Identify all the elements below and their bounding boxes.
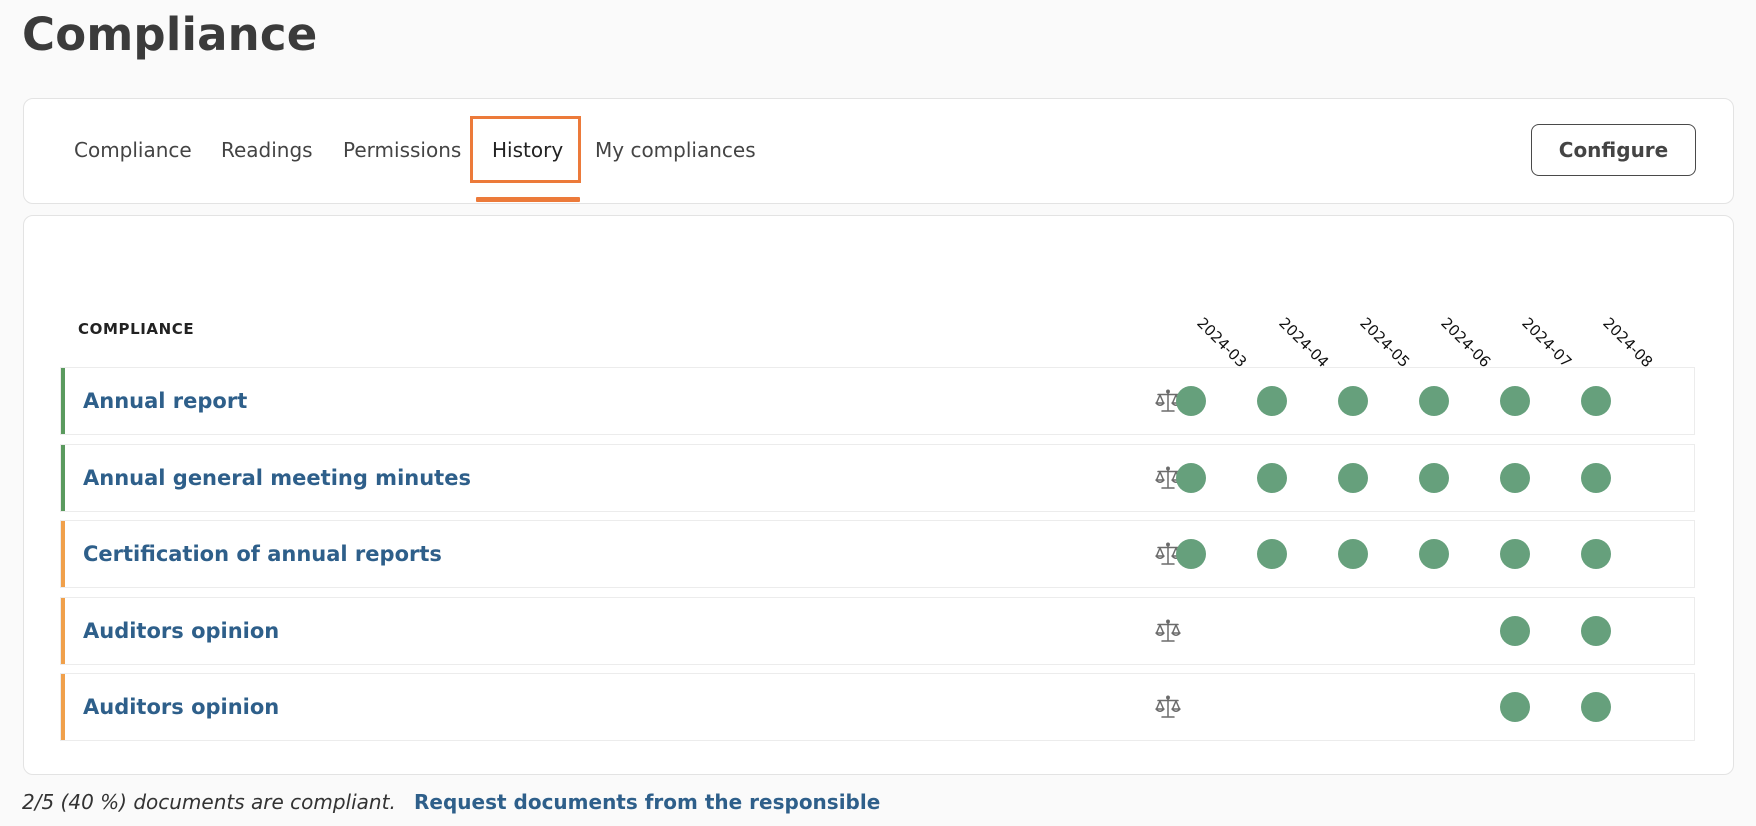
- compliance-status-dot: [1338, 539, 1368, 569]
- compliance-status-dot: [1419, 386, 1449, 416]
- compliance-status-dot: [1500, 616, 1530, 646]
- compliance-status-dot: [1419, 539, 1449, 569]
- row-status-bar: [61, 674, 65, 740]
- compliance-name-link[interactable]: Annual report: [83, 368, 247, 434]
- table-row: Certification of annual reports: [60, 520, 1695, 588]
- compliance-status-dot: [1500, 463, 1530, 493]
- tab-permissions[interactable]: Permissions: [343, 98, 461, 202]
- compliance-status-dot: [1176, 539, 1206, 569]
- request-documents-link[interactable]: Request documents from the responsible: [414, 790, 880, 814]
- compliance-status-dot: [1176, 463, 1206, 493]
- balance-scale-icon[interactable]: [1154, 693, 1182, 721]
- compliance-status-dot: [1581, 386, 1611, 416]
- compliance-status-dot: [1581, 692, 1611, 722]
- table-row: Annual general meeting minutes: [60, 444, 1695, 512]
- compliance-status-dot: [1581, 539, 1611, 569]
- row-status-bar: [61, 368, 65, 434]
- active-tab-indicator: [476, 197, 580, 202]
- table-row: Auditors opinion: [60, 673, 1695, 741]
- compliance-name-link[interactable]: Auditors opinion: [83, 598, 279, 664]
- table-row: Annual report: [60, 367, 1695, 435]
- compliance-status-dot: [1500, 539, 1530, 569]
- balance-scale-icon[interactable]: [1154, 617, 1182, 645]
- compliance-status-dot: [1500, 692, 1530, 722]
- tab-readings[interactable]: Readings: [221, 98, 313, 202]
- compliance-status-dot: [1500, 386, 1530, 416]
- compliance-status-dot: [1257, 463, 1287, 493]
- compliance-status-dot: [1338, 463, 1368, 493]
- row-status-bar: [61, 598, 65, 664]
- compliance-status-dot: [1581, 616, 1611, 646]
- tab-compliance[interactable]: Compliance: [74, 98, 192, 202]
- row-status-bar: [61, 521, 65, 587]
- table-row: Auditors opinion: [60, 597, 1695, 665]
- compliance-name-link[interactable]: Certification of annual reports: [83, 521, 442, 587]
- compliance-status-dot: [1581, 463, 1611, 493]
- configure-button[interactable]: Configure: [1531, 124, 1696, 176]
- page-title: Compliance: [22, 8, 318, 61]
- compliance-status-dot: [1257, 539, 1287, 569]
- compliance-name-link[interactable]: Auditors opinion: [83, 674, 279, 740]
- compliance-status-dot: [1257, 386, 1287, 416]
- column-header-compliance: COMPLIANCE: [78, 320, 195, 338]
- compliance-name-link[interactable]: Annual general meeting minutes: [83, 445, 471, 511]
- compliance-status-dot: [1419, 463, 1449, 493]
- tab-history[interactable]: History: [492, 98, 563, 202]
- row-status-bar: [61, 445, 65, 511]
- compliance-status-dot: [1176, 386, 1206, 416]
- compliance-status-dot: [1338, 386, 1368, 416]
- tab-my-compliances[interactable]: My compliances: [595, 98, 756, 202]
- compliance-summary: 2/5 (40 %) documents are compliant.: [22, 790, 396, 814]
